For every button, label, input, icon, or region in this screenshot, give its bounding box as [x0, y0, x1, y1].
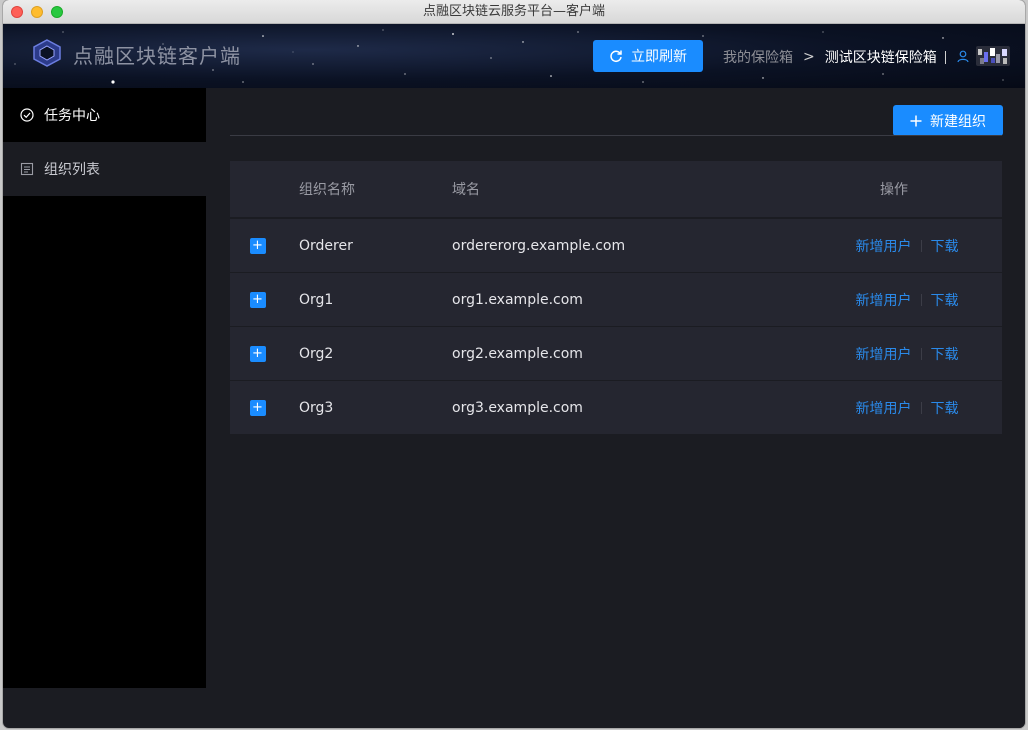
toolbar-divider [230, 135, 1002, 136]
org-name: Org3 [299, 399, 334, 416]
table-row: + Orderer ordererorg.example.com 新增用户 下载 [230, 218, 1002, 272]
new-org-label: 新建组织 [930, 113, 986, 130]
minimize-window-button[interactable] [31, 6, 43, 18]
row-actions: 新增用户 下载 [812, 290, 1002, 310]
maximize-window-button[interactable] [51, 6, 63, 18]
breadcrumb-current: 测试区块链保险箱 [824, 50, 937, 66]
add-user-link[interactable]: 新增用户 [856, 236, 912, 256]
logo-icon [33, 39, 61, 67]
add-user-link[interactable]: 新增用户 [856, 398, 912, 418]
add-user-link[interactable]: 新增用户 [856, 344, 912, 364]
org-name: Orderer [299, 237, 353, 254]
check-circle-icon [20, 108, 34, 122]
app-name: 点融区块链客户端 [73, 44, 241, 68]
window-controls [11, 6, 63, 18]
column-header-domain: 域名 [452, 182, 480, 198]
breadcrumb-parent[interactable]: 我的保险箱 [723, 47, 793, 67]
sidebar-item-org-list[interactable]: 组织列表 [3, 142, 206, 196]
user-icon[interactable] [957, 50, 969, 63]
sidebar-item-label: 任务中心 [44, 108, 100, 124]
expand-row-button[interactable]: + [249, 345, 266, 362]
sidebar-item-task-center[interactable]: 任务中心 [3, 88, 206, 142]
breadcrumb-divider [944, 50, 946, 64]
refresh-button[interactable]: 立即刷新 [593, 40, 703, 72]
download-link[interactable]: 下载 [931, 398, 959, 418]
expand-row-button[interactable]: + [249, 399, 266, 416]
add-user-link[interactable]: 新增用户 [856, 290, 912, 310]
breadcrumb: 我的保险箱 > 测试区块链保险箱 [723, 47, 946, 67]
sidebar: 任务中心 组织列表 [3, 88, 206, 688]
expand-row-button[interactable]: + [249, 237, 266, 254]
table-row: + Org3 org3.example.com 新增用户 下载 [230, 380, 1002, 434]
row-actions: 新增用户 下载 [812, 398, 1002, 418]
table-row: + Org2 org2.example.com 新增用户 下载 [230, 326, 1002, 380]
download-link[interactable]: 下载 [931, 290, 959, 310]
column-header-ops: 操作 [880, 182, 908, 198]
download-link[interactable]: 下载 [931, 236, 959, 256]
org-domain: org1.example.com [452, 291, 583, 308]
org-name: Org2 [299, 345, 334, 362]
refresh-label: 立即刷新 [631, 49, 687, 65]
refresh-icon [610, 50, 622, 63]
expand-row-button[interactable]: + [249, 291, 266, 308]
org-domain: org3.example.com [452, 399, 583, 416]
action-divider [920, 401, 922, 414]
app-header: 点融区块链客户端 立即刷新 我的保险箱 > 测试区块链保险箱 [3, 24, 1025, 88]
new-org-button[interactable]: 新建组织 [893, 105, 1003, 136]
main-content: 新建组织 组织名称 域名 操作 + Orderer ordererorg.exa… [206, 88, 1025, 728]
org-domain: ordererorg.example.com [452, 237, 626, 254]
org-domain: org2.example.com [452, 345, 583, 362]
action-divider [920, 293, 922, 306]
column-header-name: 组织名称 [299, 182, 355, 198]
app-window: 点融区块链云服务平台—客户端 点融区块链客户端 立即刷新 我的保险箱 > 测试区… [3, 0, 1025, 728]
table-row: + Org1 org1.example.com 新增用户 下载 [230, 272, 1002, 326]
org-table: 组织名称 域名 操作 + Orderer ordererorg.example.… [230, 161, 1002, 434]
org-name: Org1 [299, 291, 334, 308]
table-header: 组织名称 域名 操作 [230, 161, 1002, 218]
plus-icon [910, 115, 922, 126]
row-actions: 新增用户 下载 [812, 344, 1002, 364]
title-bar: 点融区块链云服务平台—客户端 [3, 0, 1025, 24]
list-icon [20, 162, 34, 176]
breadcrumb-separator: > [803, 49, 815, 65]
window-title: 点融区块链云服务平台—客户端 [422, 4, 605, 19]
sidebar-item-label: 组织列表 [44, 162, 100, 178]
download-link[interactable]: 下载 [931, 344, 959, 364]
action-divider [920, 239, 922, 252]
avatar[interactable] [976, 46, 1010, 66]
action-divider [920, 347, 922, 360]
row-actions: 新增用户 下载 [812, 236, 1002, 256]
close-window-button[interactable] [11, 6, 23, 18]
